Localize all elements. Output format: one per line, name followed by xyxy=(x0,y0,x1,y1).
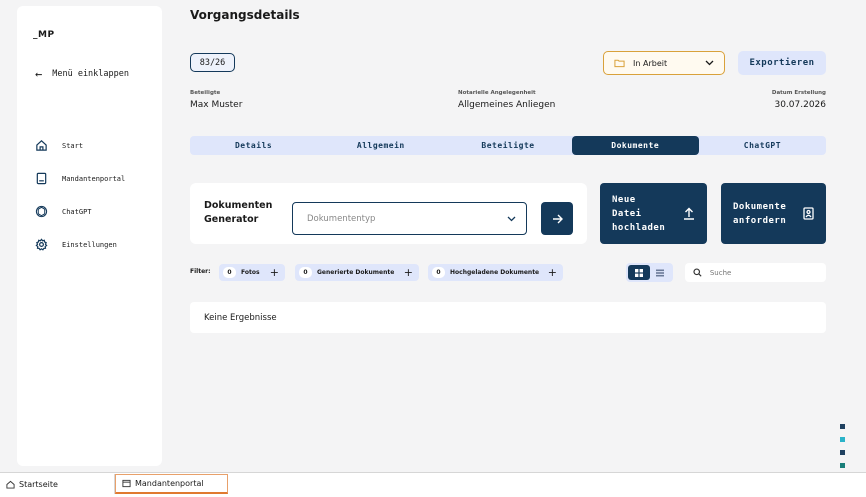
chip-count: 0 xyxy=(223,267,236,278)
status-value: In Arbeit xyxy=(633,58,668,68)
chip-label: Fotos xyxy=(241,269,260,276)
app-logo: _MP xyxy=(33,30,55,40)
taskbar-item-startseite[interactable]: Startseite xyxy=(0,474,115,494)
sidebar-item-start[interactable]: Start xyxy=(35,139,83,152)
upload-file-button[interactable]: Neue Datei hochladen xyxy=(600,183,707,244)
chevron-down-icon xyxy=(705,60,714,66)
sidebar-item-einstellungen[interactable]: Einstellungen xyxy=(35,238,117,251)
upload-label-line: Datei xyxy=(612,208,642,219)
portal-icon xyxy=(122,479,131,488)
arrow-right-icon xyxy=(552,214,563,223)
meta-matter: Notarielle Angelegenheit Allgemeines Anl… xyxy=(458,90,555,110)
document-type-placeholder: Dokumententyp xyxy=(307,213,376,224)
filter-chip-uploaded[interactable]: 0 Hochgeladene Dokumente + xyxy=(428,264,563,281)
tab-chatgpt[interactable]: ChatGPT xyxy=(699,136,826,155)
dot-marker xyxy=(840,437,845,442)
meta-label: Beteiligte xyxy=(190,90,221,96)
decorative-dots xyxy=(840,424,845,476)
openai-icon xyxy=(35,205,48,218)
upload-label-line: Neue xyxy=(612,194,636,205)
collapse-menu-button[interactable]: ← Menü einklappen xyxy=(35,67,129,81)
meta-label: Datum Erstellung xyxy=(771,90,826,96)
dot-marker xyxy=(840,463,845,468)
tab-dokumente[interactable]: Dokumente xyxy=(571,136,699,155)
arrow-left-icon: ← xyxy=(35,67,43,81)
chip-count: 0 xyxy=(299,267,312,278)
case-number-badge: 83/26 xyxy=(190,53,235,72)
gear-icon xyxy=(35,238,48,251)
sidebar-item-label: Start xyxy=(62,141,84,150)
plus-icon: + xyxy=(269,265,279,279)
tab-bar: Details Allgemein Beteiligte Dokumente C… xyxy=(190,136,826,155)
generate-button[interactable] xyxy=(541,202,573,235)
search-box xyxy=(685,263,826,282)
page-title: Vorgangsdetails xyxy=(190,8,300,22)
upload-icon xyxy=(684,207,694,220)
sidebar-item-label: ChatGPT xyxy=(62,207,92,216)
request-label-line: anfordern xyxy=(733,215,787,226)
empty-results-text: Keine Ergebnisse xyxy=(204,312,277,323)
sidebar-item-chatgpt[interactable]: ChatGPT xyxy=(35,205,92,218)
generator-title: Dokumenten Generator xyxy=(204,199,272,227)
tab-details[interactable]: Details xyxy=(190,136,317,155)
upload-label-line: hochladen xyxy=(612,222,666,233)
document-generator-card: Dokumenten Generator Dokumententyp xyxy=(190,183,587,244)
meta-value: Max Muster xyxy=(190,100,243,110)
dot-marker xyxy=(840,450,845,455)
sidebar: _MP ← Menü einklappen Start Mandantenpor… xyxy=(17,6,162,466)
filter-label: Filter: xyxy=(190,268,211,275)
tab-beteiligte[interactable]: Beteiligte xyxy=(444,136,571,155)
plus-icon: + xyxy=(403,265,413,279)
list-view-button[interactable] xyxy=(650,265,672,280)
sidebar-item-label: Mandantenportal xyxy=(62,174,126,183)
book-icon xyxy=(36,172,47,185)
chevron-down-icon xyxy=(507,216,516,221)
results-panel: Keine Ergebnisse xyxy=(190,302,826,333)
filter-chip-fotos[interactable]: 0 Fotos + xyxy=(219,264,285,281)
search-input[interactable] xyxy=(709,268,818,277)
folder-icon xyxy=(614,59,625,68)
grid-icon xyxy=(634,268,643,277)
sidebar-item-label: Einstellungen xyxy=(62,240,117,249)
grid-view-button[interactable] xyxy=(628,265,650,280)
view-toggle xyxy=(626,263,673,282)
generator-title-line: Generator xyxy=(204,214,259,225)
status-select[interactable]: In Arbeit xyxy=(603,51,725,75)
chip-count: 0 xyxy=(432,267,445,278)
request-documents-button[interactable]: Dokumente anfordern xyxy=(721,183,826,244)
export-button[interactable]: Exportieren xyxy=(738,51,826,75)
search-icon xyxy=(693,268,702,277)
document-person-icon xyxy=(803,207,814,220)
meta-date: Datum Erstellung 30.07.2026 xyxy=(772,90,826,110)
sidebar-item-mandantenportal[interactable]: Mandantenportal xyxy=(35,172,125,185)
chip-label: Hochgeladene Dokumente xyxy=(450,269,540,276)
meta-label: Notarielle Angelegenheit xyxy=(458,90,536,96)
home-icon xyxy=(6,480,15,489)
filter-chip-generated[interactable]: 0 Generierte Dokumente + xyxy=(295,264,419,281)
collapse-menu-label: Menü einklappen xyxy=(52,69,129,79)
meta-participants: Beteiligte Max Muster xyxy=(190,90,242,110)
plus-icon: + xyxy=(547,265,557,279)
list-icon xyxy=(656,269,665,276)
request-label-line: Dokumente xyxy=(733,201,787,212)
dot-marker xyxy=(840,424,845,429)
chip-label: Generierte Dokumente xyxy=(317,269,395,276)
document-type-select[interactable]: Dokumententyp xyxy=(292,202,527,235)
taskbar-item-label: Mandantenportal xyxy=(135,479,204,488)
taskbar-item-mandantenportal[interactable]: Mandantenportal xyxy=(115,474,228,494)
meta-value: Allgemeines Anliegen xyxy=(458,100,556,110)
home-icon xyxy=(36,140,47,151)
tab-allgemein[interactable]: Allgemein xyxy=(317,136,444,155)
meta-value: 30.07.2026 xyxy=(774,100,826,110)
taskbar-item-label: Startseite xyxy=(19,479,58,489)
taskbar: Startseite Mandantenportal xyxy=(0,472,866,497)
generator-title-line: Dokumenten xyxy=(204,200,273,211)
